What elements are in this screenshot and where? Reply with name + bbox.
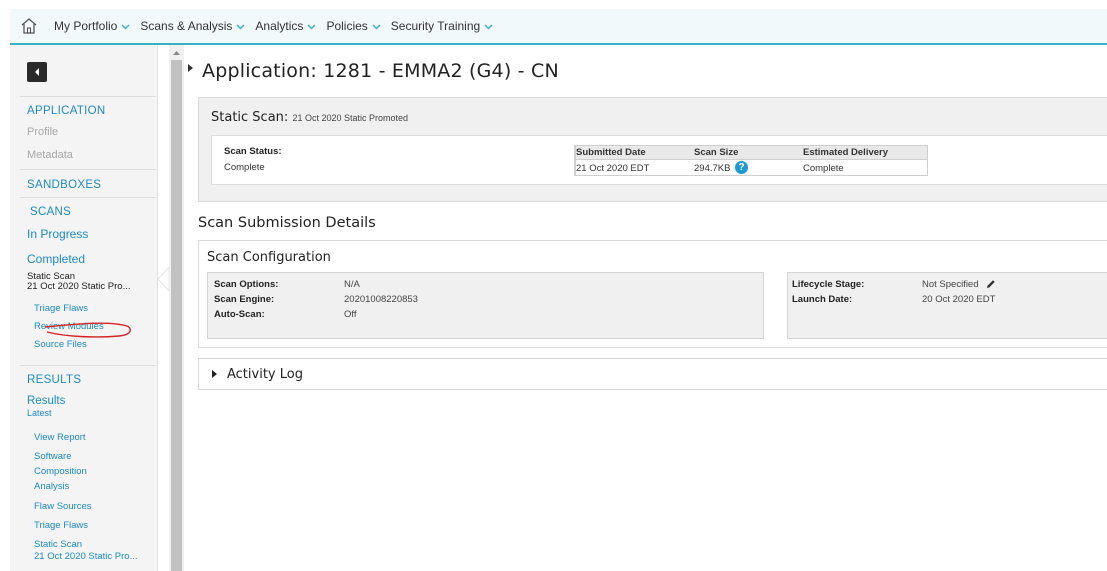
nav-analytics[interactable]: Analytics (255, 19, 316, 33)
sidebar-heading-results[interactable]: RESULTS (27, 374, 81, 386)
scan-configuration-heading: Scan Configuration (207, 250, 331, 265)
sidebar-item-flaw-sources[interactable]: Flaw Sources (34, 499, 92, 514)
sidebar-item-profile: Profile (27, 126, 59, 138)
chevron-down-icon (307, 24, 316, 29)
sidebar-current-scan-date: 21 Oct 2020 Static Pro... (27, 281, 131, 292)
divider (20, 197, 156, 198)
active-item-notch (157, 267, 169, 291)
config-label: Scan Engine: (214, 294, 275, 305)
nav-label: Policies (326, 19, 368, 33)
nav-label: Security Training (390, 19, 481, 33)
sidebar-item-sca-line-3[interactable]: Analysis (34, 479, 69, 494)
scan-submission-details-heading: Scan Submission Details (198, 215, 376, 231)
config-value: Not Specified (922, 279, 979, 290)
sidebar-heading-sandboxes[interactable]: SANDBOXES (27, 179, 101, 191)
sidebar-item-in-progress[interactable]: In Progress (27, 227, 88, 241)
window-top-strip (0, 0, 1107, 9)
scan-status-card: Scan Status: Complete Submitted Date Sca… (211, 135, 1107, 185)
top-nav-bar: My Portfolio Scans & Analysis Analytics … (10, 9, 1107, 45)
static-scan-panel: Static Scan: 21 Oct 2020 Static Promoted… (198, 97, 1107, 202)
column-header-scan-size: Scan Size (694, 147, 739, 158)
chevron-down-icon (121, 24, 130, 29)
chevron-down-icon (236, 24, 245, 29)
config-value: 20 Oct 2020 EDT (922, 294, 996, 305)
nav-label: Analytics (255, 19, 304, 33)
config-value: 20201008220853 (344, 294, 418, 305)
activity-log-toggle[interactable]: Activity Log (198, 358, 1107, 390)
sidebar-item-sca-line-1[interactable]: Software (34, 449, 72, 464)
nav-scans-analysis[interactable]: Scans & Analysis (140, 19, 245, 33)
nav-label: My Portfolio (54, 19, 118, 33)
config-value: N/A (344, 279, 360, 290)
expand-caret-icon[interactable] (188, 64, 193, 72)
edit-pencil-icon[interactable] (986, 279, 996, 289)
cell-submitted-date: 21 Oct 2020 EDT (576, 163, 650, 174)
sidebar-item-results[interactable]: Results (27, 395, 65, 407)
sidebar-item-review-modules[interactable]: Review Modules (34, 319, 104, 334)
static-scan-label: Static Scan: (211, 110, 289, 125)
activity-log-label: Activity Log (227, 366, 303, 382)
nav-security-training[interactable]: Security Training (391, 19, 493, 33)
cell-estimated-delivery: Complete (803, 163, 844, 174)
config-left-panel: Scan Options: N/A Scan Engine: 202010082… (207, 272, 764, 339)
cell-scan-size: 294.7KB (694, 163, 731, 174)
config-right-panel: Lifecycle Stage: Not Specified Launch Da… (787, 272, 1107, 339)
nav-label: Scans & Analysis (140, 19, 233, 33)
column-header-submitted-date: Submitted Date (576, 147, 646, 158)
sidebar-item-latest: Latest (27, 408, 52, 418)
divider (20, 96, 156, 97)
home-icon (21, 18, 37, 34)
home-button[interactable] (18, 15, 40, 37)
sidebar-item-metadata: Metadata (27, 149, 73, 161)
sidebar-item-static-scan-date[interactable]: 21 Oct 2020 Static Pro... (34, 549, 138, 564)
sidebar-item-source-files[interactable]: Source Files (34, 337, 87, 352)
page-title: Application: 1281 - EMMA2 (G4) - CN (202, 60, 559, 82)
scroll-up-arrow-icon[interactable] (172, 49, 181, 57)
sidebar-heading-scans[interactable]: SCANS (30, 206, 71, 218)
nav-policies[interactable]: Policies (326, 19, 381, 33)
config-value: Off (344, 309, 357, 320)
scrollbar-thumb[interactable] (171, 60, 182, 571)
sidebar-item-sca-line-2[interactable]: Composition (34, 464, 87, 479)
collapse-sidebar-button[interactable] (27, 62, 47, 82)
application-title-row[interactable]: Application: 1281 - EMMA2 (G4) - CN (188, 60, 559, 82)
caret-left-icon (35, 68, 39, 76)
sidebar-item-triage-flaws-results[interactable]: Triage Flaws (34, 518, 88, 533)
left-sidebar: APPLICATION Profile Metadata SANDBOXES S… (10, 45, 169, 571)
scan-status-value: Complete (224, 162, 265, 173)
sidebar-item-triage-flaws[interactable]: Triage Flaws (34, 301, 88, 316)
expand-caret-icon (212, 370, 217, 378)
nav-my-portfolio[interactable]: My Portfolio (54, 19, 130, 33)
scan-summary-table: Submitted Date Scan Size Estimated Deliv… (574, 145, 928, 176)
chevron-down-icon (484, 24, 493, 29)
scan-status-label: Scan Status: (224, 146, 282, 157)
config-label: Launch Date: (792, 294, 853, 305)
divider (20, 365, 156, 366)
scan-configuration-panel: Scan Configuration Scan Options: N/A Sca… (198, 240, 1107, 348)
config-label: Scan Options: (214, 279, 279, 290)
config-label: Auto-Scan: (214, 309, 265, 320)
config-label: Lifecycle Stage: (792, 279, 865, 290)
static-scan-heading: Static Scan: 21 Oct 2020 Static Promoted (211, 110, 408, 125)
chevron-down-icon (372, 24, 381, 29)
static-scan-subtitle: 21 Oct 2020 Static Promoted (292, 113, 409, 123)
sidebar-heading-application[interactable]: APPLICATION (27, 105, 106, 117)
sidebar-item-completed[interactable]: Completed (27, 252, 85, 266)
help-question-icon[interactable]: ? (735, 161, 748, 174)
sidebar-item-view-report[interactable]: View Report (34, 430, 86, 445)
divider (20, 169, 156, 170)
column-header-estimated-delivery: Estimated Delivery (803, 147, 889, 158)
